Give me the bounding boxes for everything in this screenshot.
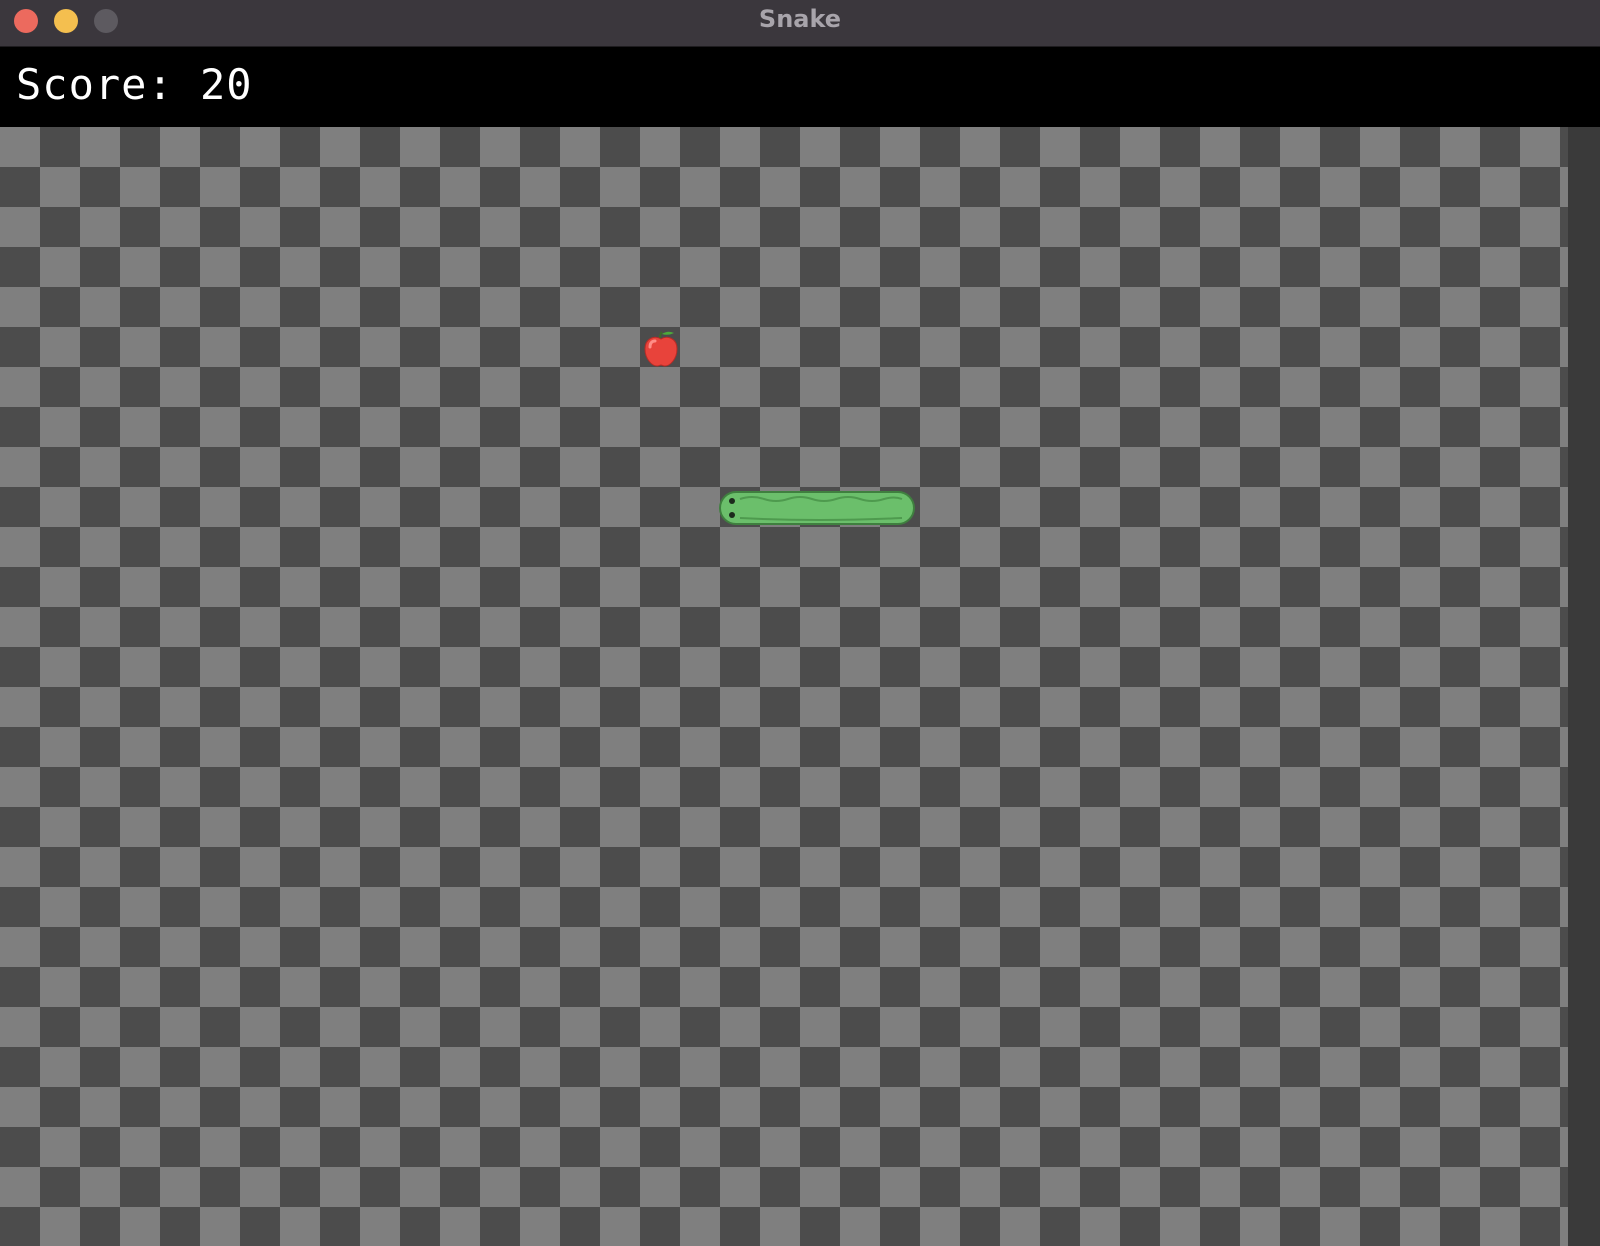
apple-leaf: [662, 331, 674, 335]
window-title: Snake: [758, 5, 842, 33]
game-board[interactable]: [0, 127, 1600, 1246]
apple-body: [644, 336, 678, 367]
score-bar: Score: 20: [0, 47, 1600, 127]
snake-eye-top: [729, 498, 735, 504]
snake-eye-bottom: [729, 512, 735, 518]
window-edge: [1568, 127, 1600, 1246]
apple-icon: [644, 331, 678, 367]
snake: [719, 491, 915, 525]
game-window: Snake Score: 20: [0, 0, 1600, 1246]
apple-stem: [659, 331, 663, 339]
title-bar[interactable]: Snake: [0, 0, 1600, 47]
score-display: Score: 20: [16, 60, 253, 109]
